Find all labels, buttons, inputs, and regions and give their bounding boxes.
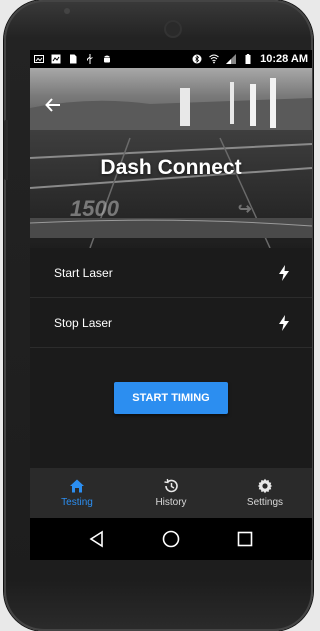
tab-settings-label: Settings (246, 497, 284, 508)
gear-icon (257, 478, 273, 494)
start-laser-row[interactable]: Start Laser (30, 248, 312, 298)
road-marking-text: 1500 (70, 196, 120, 221)
stop-laser-label: Stop Laser (54, 315, 113, 330)
signal-icon (226, 54, 237, 64)
tab-history-label: History (155, 497, 187, 508)
back-triangle-icon[interactable] (88, 530, 106, 548)
home-icon (70, 479, 84, 493)
app-screen: 10:28 AM 1500 ↪ Dash Connect Start Laser… (30, 50, 312, 560)
gallery-icon (51, 54, 61, 64)
usb-icon (87, 54, 93, 64)
bottom-navigation: Testing History Settings (30, 468, 312, 518)
back-arrow-icon[interactable] (44, 96, 64, 116)
recents-square-icon[interactable] (236, 530, 254, 548)
home-circle-icon[interactable] (162, 530, 180, 548)
sensor-dot (64, 8, 70, 14)
hero-banner: 1500 ↪ Dash Connect (30, 68, 312, 248)
action-area: START TIMING (30, 348, 312, 414)
history-icon (164, 478, 178, 493)
android-icon (104, 55, 110, 63)
tab-testing[interactable]: Testing (30, 468, 124, 518)
wifi-icon (209, 54, 219, 64)
start-timing-button[interactable]: START TIMING (114, 382, 228, 414)
battery-icon (245, 54, 251, 64)
stop-laser-row[interactable]: Stop Laser (30, 298, 312, 348)
status-time: 10:28 AM (260, 53, 308, 65)
tab-settings[interactable]: Settings (218, 468, 312, 518)
phone-frame: 10:28 AM 1500 ↪ Dash Connect Start Laser… (4, 0, 313, 631)
page-title: Dash Connect (100, 156, 242, 179)
system-navigation-bar (30, 518, 312, 560)
document-icon (70, 54, 77, 64)
image-icon (34, 55, 44, 63)
bluetooth-icon (192, 54, 202, 64)
tab-history[interactable]: History (124, 468, 218, 518)
bolt-icon (279, 264, 289, 281)
tab-testing-label: Testing (61, 497, 93, 508)
road-arrow-marking: ↪ (238, 201, 251, 218)
start-laser-label: Start Laser (54, 265, 113, 280)
laser-controls-list: Start Laser Stop Laser (30, 248, 312, 348)
power-button (4, 120, 8, 180)
status-bar: 10:28 AM (30, 50, 312, 68)
front-camera (164, 20, 182, 38)
bolt-icon (279, 314, 289, 331)
